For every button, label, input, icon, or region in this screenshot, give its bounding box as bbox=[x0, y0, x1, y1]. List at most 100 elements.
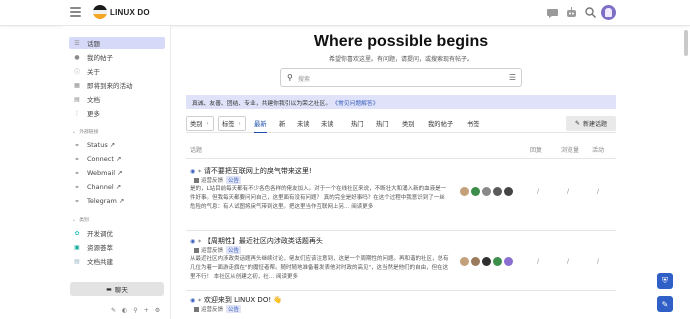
column-header-replies[interactable]: 回复 bbox=[530, 145, 542, 154]
topic-row[interactable]: ◉ ✶ 欢迎来到 LINUX DO! 👋 运营反馈 公告 bbox=[186, 295, 616, 319]
chat-button[interactable]: ▬ 聊天 bbox=[70, 282, 164, 296]
sidebar-item-docs[interactable]: ▤ 文档 bbox=[69, 93, 165, 105]
divider bbox=[186, 158, 616, 159]
column-header-topic[interactable]: 话题 bbox=[190, 145, 202, 154]
list-icon: ☰ bbox=[74, 39, 80, 47]
category-dropdown[interactable]: 类别 › bbox=[186, 116, 214, 131]
tab-hot-2[interactable]: 热门 bbox=[376, 119, 389, 128]
tab-my-posts[interactable]: 我的帖子 bbox=[428, 119, 453, 128]
sidebar-item-status[interactable]: ⚭ Status ↗ bbox=[69, 139, 165, 151]
topic-title-text: 欢迎来到 LINUX DO! 👋 bbox=[203, 296, 283, 304]
column-header-views[interactable]: 浏览量 bbox=[561, 145, 579, 154]
avatar[interactable] bbox=[504, 257, 513, 266]
add-icon[interactable]: + bbox=[144, 307, 149, 314]
topic-activity[interactable]: / bbox=[597, 258, 599, 265]
search-placeholder: 搜索 bbox=[298, 76, 311, 83]
pin-icon: ✶ bbox=[197, 239, 202, 245]
section-header-categories[interactable]: ⌄ 类别 bbox=[72, 216, 89, 224]
sidebar-item-channel[interactable]: ⚭ Channel ↗ bbox=[69, 181, 165, 193]
tab-unread[interactable]: 未读 bbox=[297, 119, 310, 128]
wrench-icon[interactable]: ⚲ bbox=[133, 307, 137, 314]
avatar[interactable] bbox=[482, 257, 491, 266]
avatar[interactable] bbox=[493, 257, 502, 266]
filter-icon[interactable]: ☰ bbox=[509, 73, 516, 82]
avatar[interactable] bbox=[493, 187, 502, 196]
topic-title[interactable]: ◉ ✶ 欢迎来到 LINUX DO! 👋 bbox=[190, 295, 282, 305]
new-topic-button[interactable]: ✎ 新建话题 bbox=[566, 116, 616, 131]
poster-avatars bbox=[460, 187, 513, 196]
user-avatar[interactable] bbox=[601, 5, 616, 20]
topic-title-text: 【周期性】最近社区内涉政类话题再头 bbox=[203, 237, 323, 245]
hero-subtitle: 希望你喜欢这里。有问题，请提问，或搜索现有帖子。 bbox=[328, 56, 473, 63]
tab-bookmarks[interactable]: 书签 bbox=[467, 119, 480, 128]
column-header-activity[interactable]: 活动 bbox=[592, 145, 604, 154]
avatar[interactable] bbox=[504, 187, 513, 196]
avatar[interactable] bbox=[471, 257, 480, 266]
search-input[interactable]: ⚲ 搜索 ☰ bbox=[280, 68, 522, 87]
sidebar-item-dev[interactable]: ✿ 开发调优 bbox=[69, 227, 165, 239]
sidebar-item-events[interactable]: ▦ 即将到来的活动 bbox=[69, 79, 165, 91]
settings-icon[interactable]: ⚙ bbox=[155, 307, 160, 314]
site-logo[interactable] bbox=[93, 5, 107, 19]
section-header-external[interactable]: ⌄ 外部链接 bbox=[72, 128, 98, 136]
topic-activity[interactable]: / bbox=[597, 188, 599, 195]
sidebar-item-doc-build[interactable]: ▤ 文档共建 bbox=[69, 255, 165, 267]
user-icon: ● bbox=[74, 53, 80, 61]
avatar[interactable] bbox=[460, 187, 469, 196]
topic-title[interactable]: ◉ ✶ 【周期性】最近社区内涉政类话题再头 bbox=[190, 236, 323, 246]
topic-excerpt: 从最近社区内涉政类话题再头继续讨论，佬友们应该注意到，这是一个周期性的问题。再和… bbox=[190, 256, 449, 280]
sidebar-item-connect[interactable]: ⚭ Connect ↗ bbox=[69, 153, 165, 165]
theme-icon[interactable]: ◐ bbox=[122, 307, 127, 314]
topic-category[interactable]: 运营反馈 bbox=[201, 305, 223, 313]
resource-icon: ▣ bbox=[74, 243, 80, 251]
topic-row[interactable]: ◉ ✶ 【周期性】最近社区内涉政类话题再头 运营反馈 公告 从最近社区内涉政类话题再… bbox=[186, 236, 616, 290]
sidebar-item-about[interactable]: ⓘ 关于 bbox=[69, 65, 165, 77]
edit-icon[interactable]: ✎ bbox=[111, 307, 116, 314]
sidebar-item-resources[interactable]: ▣ 资源荟萃 bbox=[69, 241, 165, 253]
topic-replies: / bbox=[537, 188, 540, 195]
pin-icon: ✶ bbox=[197, 169, 202, 175]
robot-icon[interactable] bbox=[565, 6, 578, 19]
topic-navbar: 类别 › 标签 › 最新 新 未读 未读 热门 热门 类别 我的帖子 书签 ✎ … bbox=[186, 116, 616, 133]
tab-unread-2[interactable]: 未读 bbox=[321, 119, 334, 128]
sidebar-item-more[interactable]: ⋮ 更多 bbox=[69, 107, 165, 119]
tab-hot[interactable]: 热门 bbox=[351, 119, 364, 128]
tab-categories[interactable]: 类别 bbox=[402, 119, 415, 128]
avatar[interactable] bbox=[460, 257, 469, 266]
compose-button[interactable]: ✎ bbox=[657, 296, 673, 312]
section-header-label: 类别 bbox=[79, 218, 89, 223]
category-badge-icon bbox=[194, 306, 199, 312]
sidebar-item-my-posts[interactable]: ● 我的帖子 bbox=[69, 51, 165, 63]
hamburger-menu-icon[interactable] bbox=[70, 7, 81, 17]
new-topic-label: 新建话题 bbox=[583, 121, 608, 128]
sidebar-item-telegram[interactable]: ⚭ Telegram ↗ bbox=[69, 195, 165, 207]
topic-category[interactable]: 运营反馈 bbox=[201, 176, 223, 184]
topic-category[interactable]: 运营反馈 bbox=[201, 246, 223, 254]
site-header: LINUX DO bbox=[0, 0, 690, 26]
sidebar-item-webmail[interactable]: ⚭ Webmail ↗ bbox=[69, 167, 165, 179]
topic-row[interactable]: ◉ ✶ 请不要把互联网上的戾气带来这里! 运营反馈 公告 是的，L站目前每天都有不少… bbox=[186, 166, 616, 228]
topic-tag[interactable]: 公告 bbox=[226, 176, 242, 184]
scrollbar[interactable] bbox=[684, 30, 688, 56]
tag-dropdown[interactable]: 标签 › bbox=[218, 116, 246, 131]
sidebar-item-topics[interactable]: ☰ 话题 bbox=[69, 37, 165, 49]
eye-icon: ◉ bbox=[190, 168, 196, 175]
dev-icon: ✿ bbox=[74, 229, 80, 237]
topic-title[interactable]: ◉ ✶ 请不要把互联网上的戾气带来这里! bbox=[190, 166, 312, 176]
site-title[interactable]: LINUX DO bbox=[110, 8, 150, 17]
shield-check-button[interactable]: ⛨ bbox=[657, 273, 673, 289]
topic-tag[interactable]: 公告 bbox=[226, 305, 242, 313]
topic-replies: / bbox=[537, 258, 540, 265]
tab-new[interactable]: 新 bbox=[279, 119, 285, 128]
chat-bubble-icon[interactable] bbox=[546, 6, 559, 19]
search-icon[interactable] bbox=[584, 6, 597, 19]
topic-meta: 运营反馈 公告 bbox=[194, 176, 242, 184]
category-dropdown-label: 类别 bbox=[190, 121, 203, 128]
topic-title-text: 请不要把互联网上的戾气带来这里! bbox=[203, 167, 312, 175]
topic-tag[interactable]: 公告 bbox=[226, 246, 242, 254]
avatar[interactable] bbox=[482, 187, 491, 196]
banner-faq-link[interactable]: 《常见问题解答》 bbox=[332, 98, 378, 107]
topic-views: / bbox=[567, 188, 570, 195]
avatar[interactable] bbox=[471, 187, 480, 196]
tab-latest[interactable]: 最新 bbox=[254, 119, 267, 133]
